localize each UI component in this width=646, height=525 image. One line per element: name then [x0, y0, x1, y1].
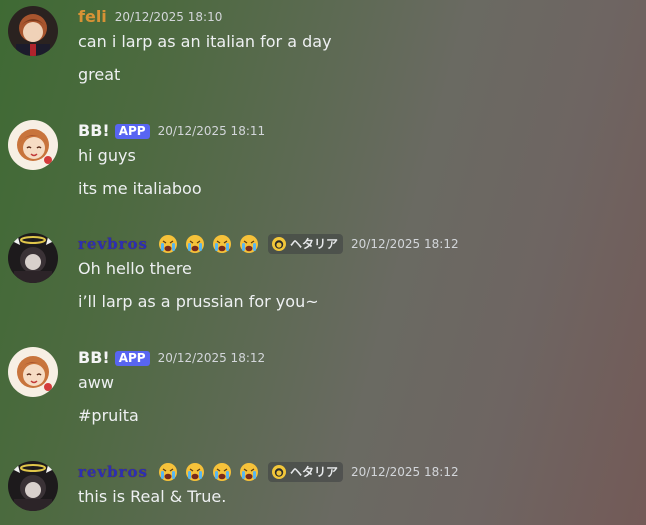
message-group: revbros ヘタリア 20/12/2025 18:12 this is Re…: [0, 457, 646, 517]
status-emojis: [158, 462, 266, 482]
crying-emoji-icon: [213, 235, 232, 253]
message-group: BB! APP 20/12/2025 18:12 aww #pruita: [0, 343, 646, 431]
message-text: hi guys: [78, 146, 136, 165]
message-text: Oh hello there: [78, 259, 192, 278]
username[interactable]: feli: [78, 6, 107, 28]
message-text: i’ll larp as a prussian for you~: [78, 292, 319, 311]
crying-emoji-icon: [213, 463, 232, 481]
tag-badge-icon: [272, 465, 287, 479]
message-header: revbros ヘタリア 20/12/2025 18:12: [78, 233, 459, 255]
message-text: aww: [78, 373, 114, 392]
server-tag[interactable]: ヘタリア: [268, 234, 344, 254]
username[interactable]: revbros: [78, 233, 148, 255]
timestamp: 20/12/2025 18:12: [351, 237, 459, 251]
app-badge: APP: [114, 350, 150, 366]
crying-emoji-icon: [186, 235, 205, 253]
avatar[interactable]: [8, 120, 58, 170]
status-emojis: [158, 234, 266, 254]
crying-emoji-icon: [240, 463, 259, 481]
avatar[interactable]: [8, 6, 58, 56]
message-group: BB! APP 20/12/2025 18:11 hi guys its me …: [0, 116, 646, 204]
message-header: BB! APP 20/12/2025 18:11: [78, 120, 265, 142]
message-header: feli 20/12/2025 18:10: [78, 6, 222, 28]
message-text: its me italiaboo: [78, 179, 202, 198]
tag-label: ヘタリア: [290, 465, 339, 479]
username[interactable]: BB!: [78, 120, 110, 142]
crying-emoji-icon: [186, 463, 205, 481]
chat-message-list: feli 20/12/2025 18:10 can i larp as an i…: [0, 0, 646, 525]
message-group: feli 20/12/2025 18:10 can i larp as an i…: [0, 2, 646, 98]
timestamp: 20/12/2025 18:12: [157, 351, 266, 365]
avatar[interactable]: [8, 347, 58, 397]
timestamp: 20/12/2025 18:11: [157, 124, 266, 138]
username[interactable]: BB!: [78, 347, 110, 369]
tag-badge-icon: [272, 237, 287, 251]
crying-emoji-icon: [159, 235, 178, 253]
username[interactable]: revbros: [78, 461, 148, 483]
timestamp: 20/12/2025 18:12: [351, 465, 459, 479]
message-text: this is Real & True.: [78, 487, 227, 506]
message-header: BB! APP 20/12/2025 18:12: [78, 347, 265, 369]
message-text: #pruita: [78, 406, 139, 425]
message-text: great: [78, 65, 121, 84]
message-group: revbros ヘタリア 20/12/2025 18:12 Oh hello t…: [0, 229, 646, 317]
tag-label: ヘタリア: [290, 237, 339, 251]
message-header: revbros ヘタリア 20/12/2025 18:12: [78, 461, 459, 483]
avatar[interactable]: [8, 461, 58, 511]
avatar[interactable]: [8, 233, 58, 283]
crying-emoji-icon: [159, 463, 178, 481]
timestamp: 20/12/2025 18:10: [114, 10, 223, 24]
crying-emoji-icon: [240, 235, 259, 253]
message-text: can i larp as an italian for a day: [78, 32, 332, 51]
app-badge: APP: [114, 123, 150, 139]
server-tag[interactable]: ヘタリア: [268, 462, 344, 482]
